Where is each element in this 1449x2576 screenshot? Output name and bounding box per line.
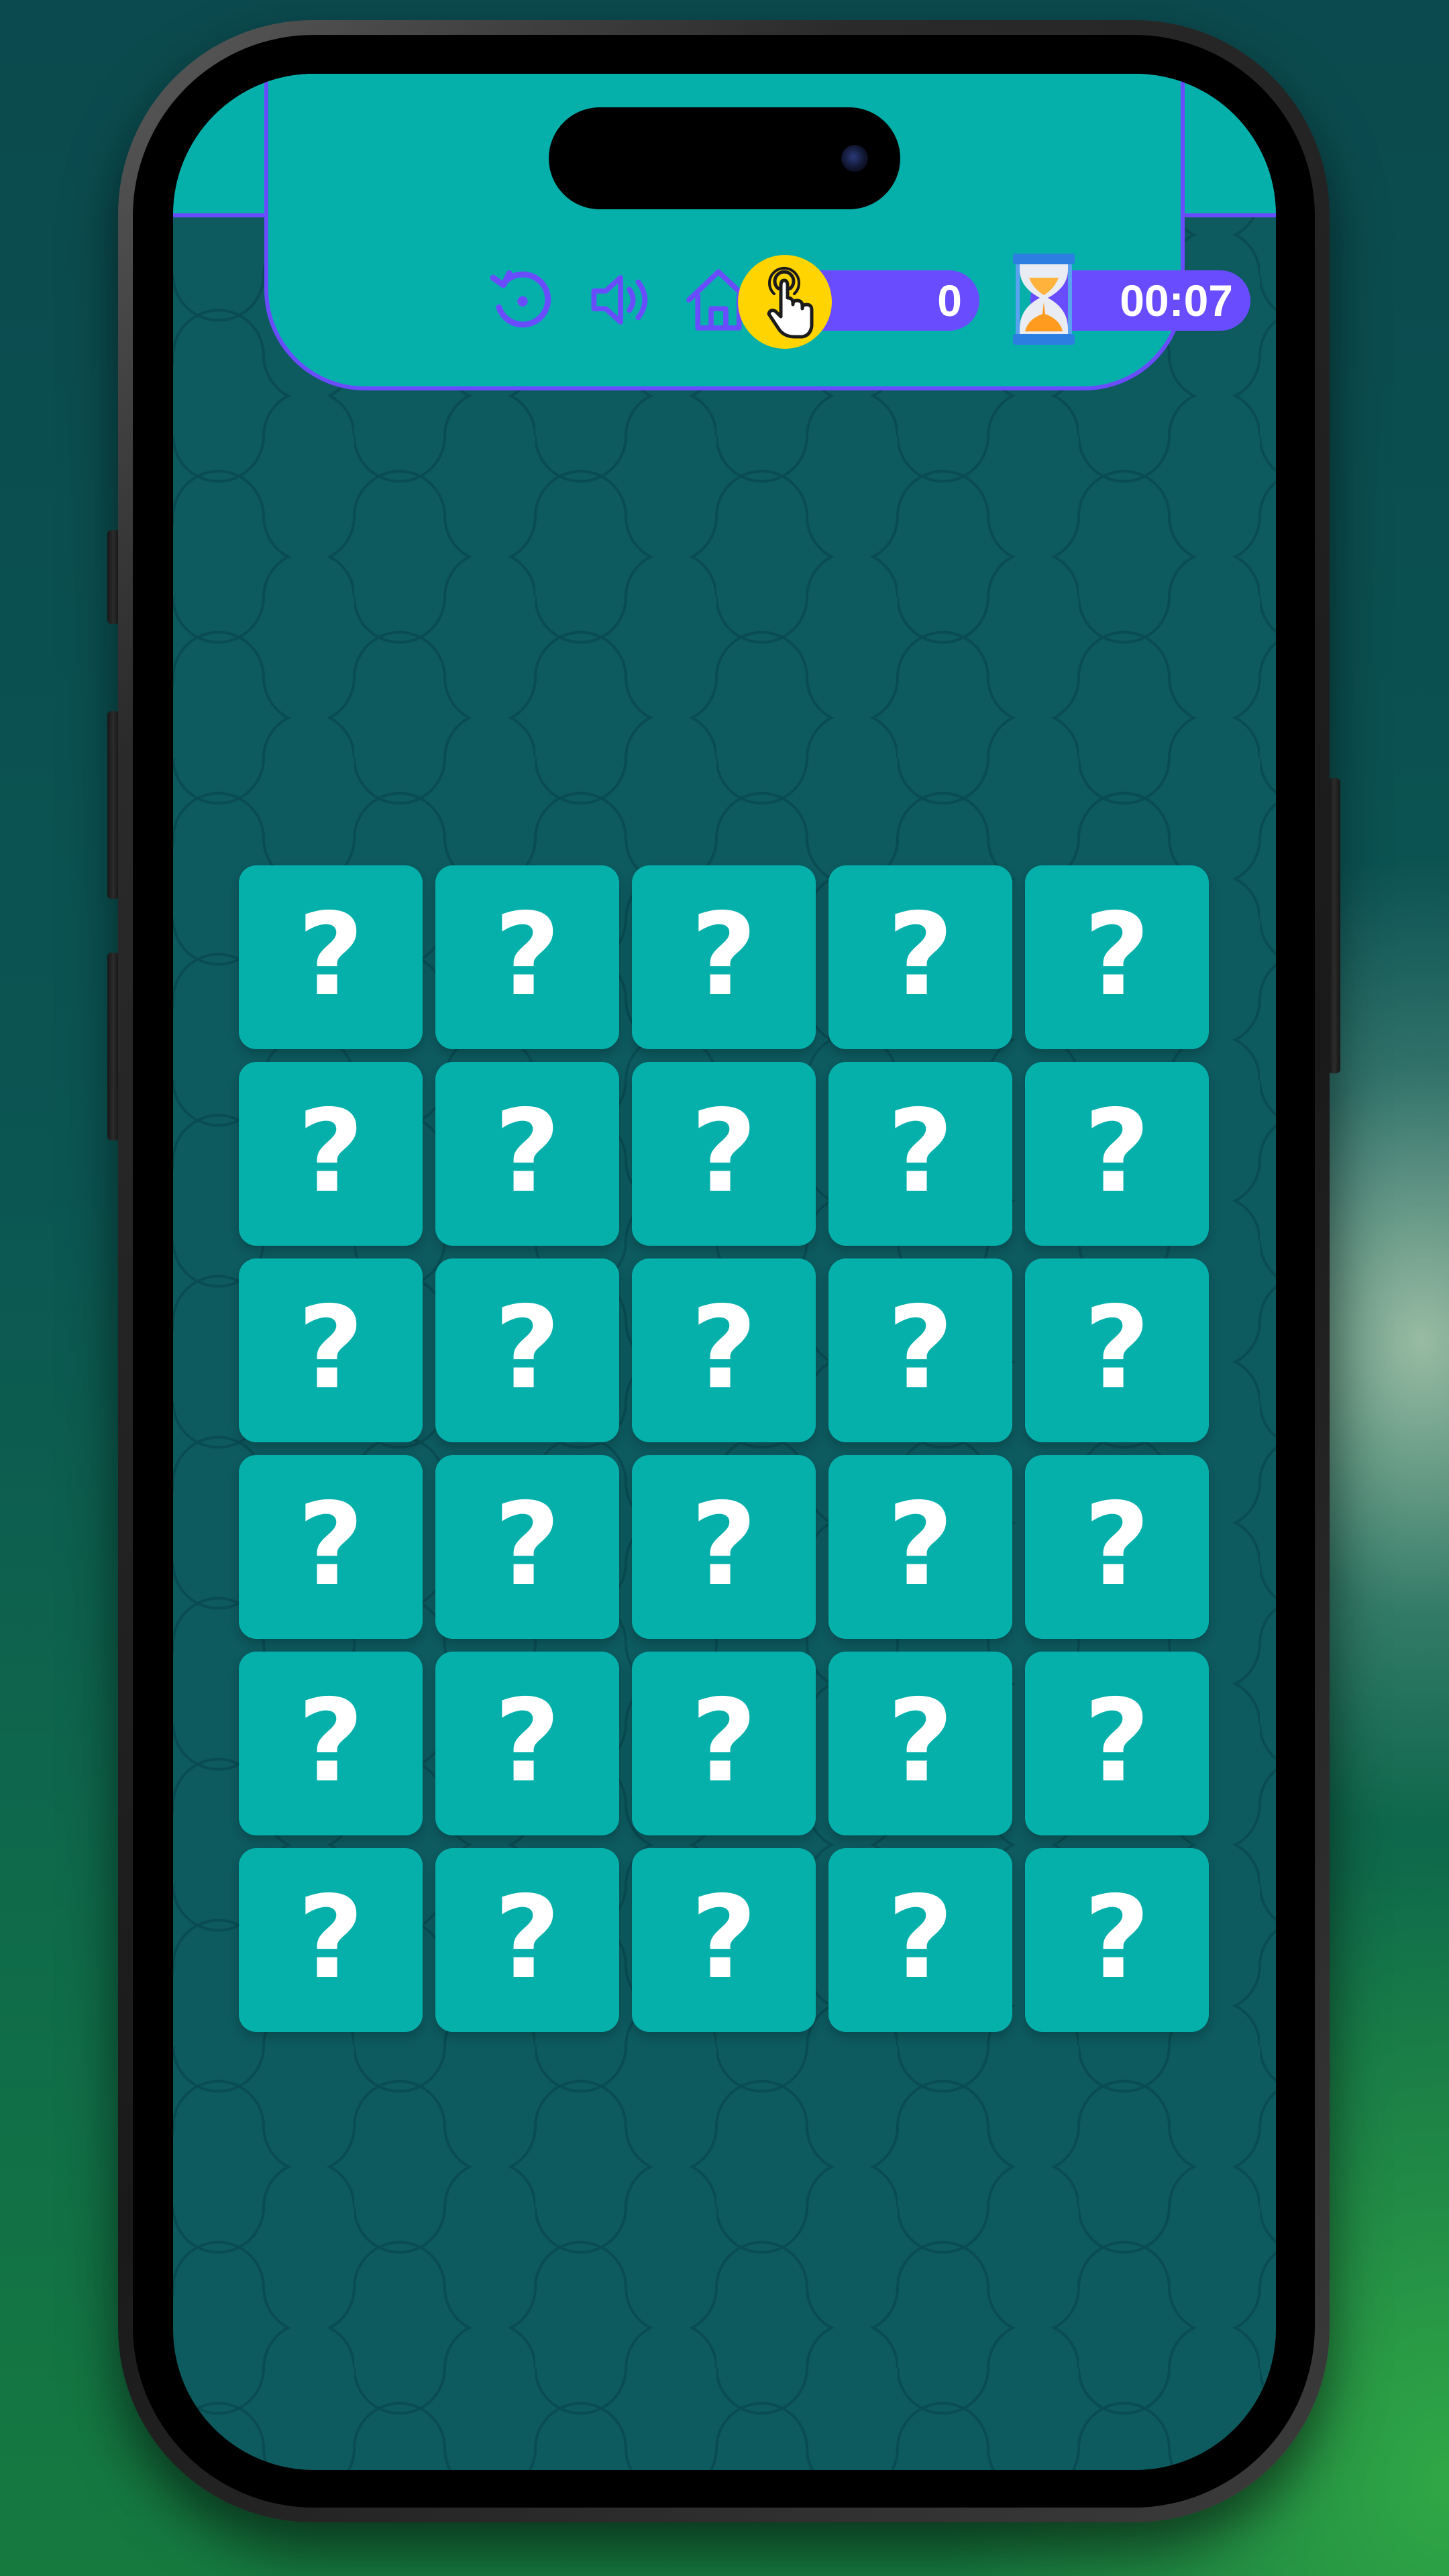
memory-card[interactable]: ?	[435, 1848, 619, 2032]
question-mark-icon: ?	[887, 1085, 954, 1218]
power-button	[1328, 778, 1340, 1073]
memory-card[interactable]: ?	[632, 1455, 816, 1639]
question-mark-icon: ?	[494, 1479, 561, 1611]
question-mark-icon: ?	[690, 1675, 757, 1808]
moves-value: 0	[937, 276, 962, 325]
memory-card[interactable]: ?	[632, 1258, 816, 1442]
hourglass-icon	[1012, 252, 1076, 346]
hud-border-right	[1181, 213, 1276, 217]
memory-card[interactable]: ?	[1025, 865, 1209, 1049]
question-mark-icon: ?	[887, 1479, 954, 1611]
question-mark-icon: ?	[690, 1085, 757, 1218]
question-mark-icon: ?	[494, 1872, 561, 2004]
memory-card[interactable]: ?	[239, 1258, 423, 1442]
restart-button[interactable]	[486, 263, 559, 337]
memory-card[interactable]: ?	[828, 1062, 1012, 1246]
question-mark-icon: ?	[690, 1872, 757, 2004]
card-grid: ??????????????????????????????	[239, 865, 1210, 2032]
hud-border-left	[173, 213, 268, 217]
memory-card[interactable]: ?	[435, 1455, 619, 1639]
memory-card[interactable]: ?	[828, 1652, 1012, 1835]
memory-card[interactable]: ?	[828, 865, 1012, 1049]
question-mark-icon: ?	[494, 1085, 561, 1218]
question-mark-icon: ?	[297, 1282, 364, 1415]
question-mark-icon: ?	[690, 1479, 757, 1611]
memory-card[interactable]: ?	[1025, 1062, 1209, 1246]
memory-card[interactable]: ?	[435, 1258, 619, 1442]
question-mark-icon: ?	[690, 1282, 757, 1415]
sound-button[interactable]	[584, 263, 657, 337]
timer-value: 00:07	[1120, 276, 1233, 325]
speaker-icon	[591, 275, 648, 325]
memory-card[interactable]: ?	[239, 1652, 423, 1835]
memory-card[interactable]: ?	[1025, 1848, 1209, 2032]
question-mark-icon: ?	[1083, 1282, 1150, 1415]
dynamic-island	[549, 107, 900, 209]
question-mark-icon: ?	[1083, 1872, 1150, 2004]
question-mark-icon: ?	[1083, 889, 1150, 1022]
question-mark-icon: ?	[494, 1675, 561, 1808]
question-mark-icon: ?	[297, 1675, 364, 1808]
memory-card[interactable]: ?	[239, 1455, 423, 1639]
question-mark-icon: ?	[297, 889, 364, 1022]
memory-card[interactable]: ?	[828, 1848, 1012, 2032]
memory-card[interactable]: ?	[435, 1652, 619, 1835]
question-mark-icon: ?	[887, 1675, 954, 1808]
question-mark-icon: ?	[887, 1872, 954, 2004]
memory-card[interactable]: ?	[1025, 1455, 1209, 1639]
question-mark-icon: ?	[494, 889, 561, 1022]
memory-card[interactable]: ?	[435, 1062, 619, 1246]
question-mark-icon: ?	[1083, 1675, 1150, 1808]
memory-card[interactable]: ?	[239, 1848, 423, 2032]
question-mark-icon: ?	[494, 1282, 561, 1415]
memory-card[interactable]: ?	[1025, 1652, 1209, 1835]
memory-card[interactable]: ?	[632, 865, 816, 1049]
memory-card[interactable]: ?	[632, 1848, 816, 2032]
question-mark-icon: ?	[297, 1872, 364, 2004]
tap-hand-icon	[738, 255, 832, 349]
game-screen: 0 00:07 ?????????????? ? ? ? ? ? ? ? ? ?…	[173, 74, 1276, 2470]
question-mark-icon: ?	[690, 889, 757, 1022]
question-mark-icon: ?	[297, 1479, 364, 1611]
memory-card[interactable]: ?	[828, 1258, 1012, 1442]
question-mark-icon: ?	[1083, 1085, 1150, 1218]
camera-icon	[841, 145, 868, 172]
memory-card[interactable]: ?	[828, 1455, 1012, 1639]
restart-icon	[490, 270, 551, 328]
question-mark-icon: ?	[1083, 1479, 1150, 1611]
question-mark-icon: ?	[887, 889, 954, 1022]
memory-card[interactable]: ?	[239, 1062, 423, 1246]
question-mark-icon: ?	[887, 1282, 954, 1415]
memory-card[interactable]: ?	[1025, 1258, 1209, 1442]
memory-card[interactable]: ?	[632, 1062, 816, 1246]
memory-card[interactable]: ?	[632, 1652, 816, 1835]
memory-card[interactable]: ?	[435, 865, 619, 1049]
memory-card[interactable]: ?	[239, 865, 423, 1049]
question-mark-icon: ?	[297, 1085, 364, 1218]
